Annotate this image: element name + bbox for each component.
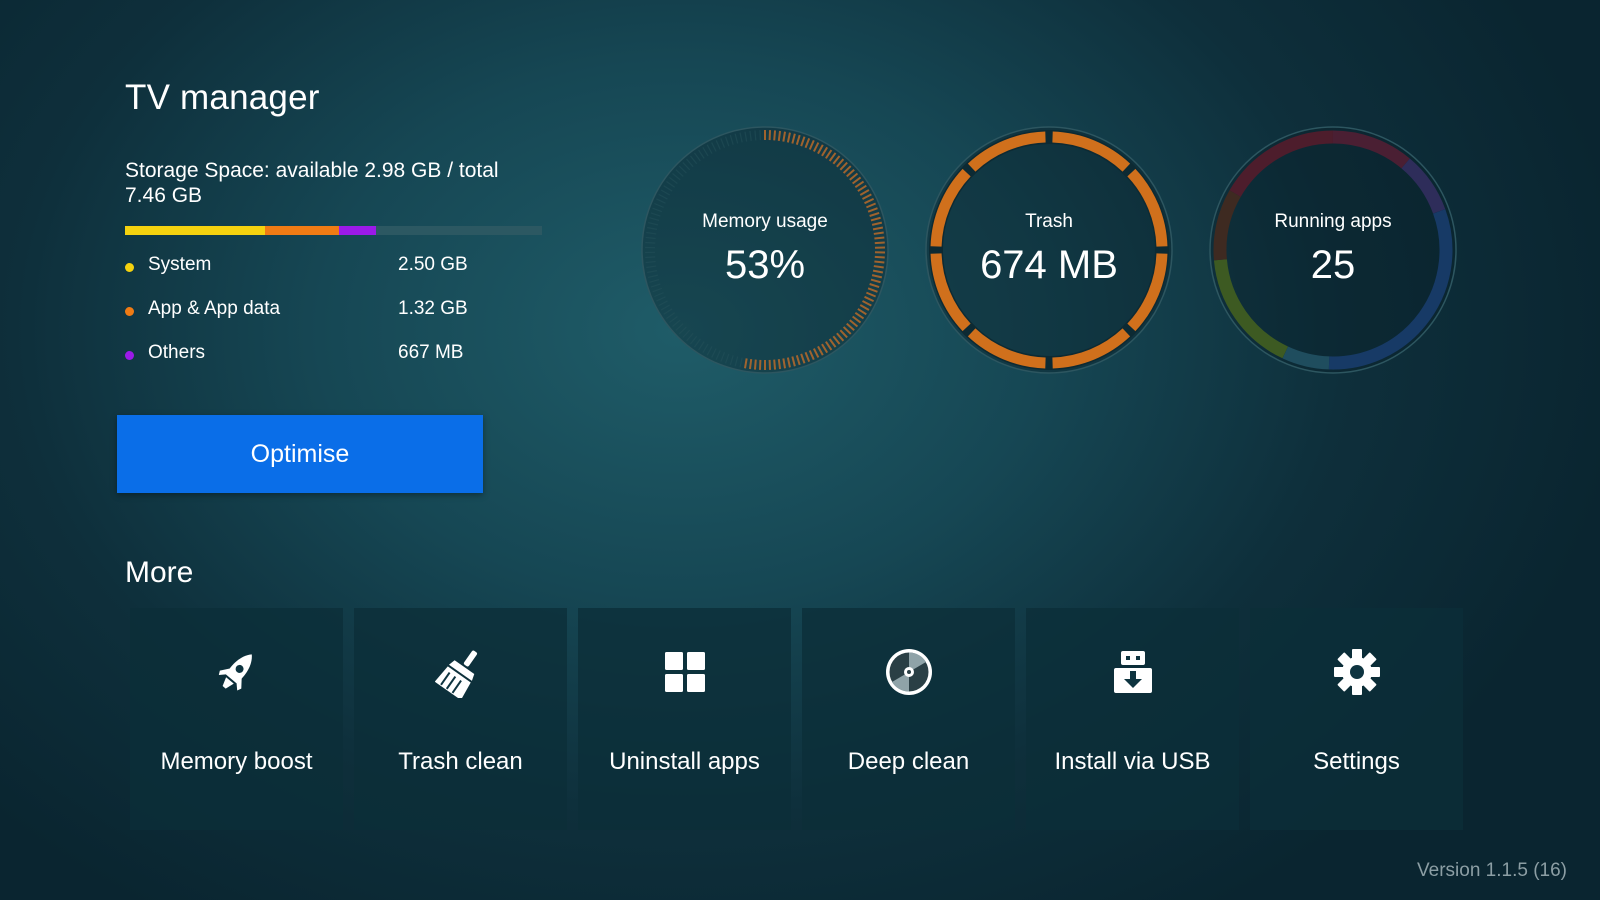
broom-icon bbox=[435, 650, 478, 698]
disc-icon bbox=[886, 649, 932, 695]
tile-label: Install via USB bbox=[1054, 748, 1211, 775]
more-heading: More bbox=[125, 556, 194, 589]
running-apps-gauge: Running apps 25 bbox=[1208, 125, 1458, 375]
usb-install-icon bbox=[1114, 651, 1152, 693]
gauge-label: Memory usage bbox=[702, 211, 828, 232]
deep-clean-tile[interactable]: Deep clean bbox=[802, 608, 1015, 830]
gauge-label: Trash bbox=[1025, 211, 1073, 232]
tile-label: Deep clean bbox=[847, 748, 970, 775]
grid-icon bbox=[665, 652, 705, 692]
gauges-panel: Memory usage 53% Trash 674 MB Running ap… bbox=[0, 0, 1600, 400]
gauge-value: 25 bbox=[1310, 243, 1356, 287]
gear-icon bbox=[1334, 649, 1380, 695]
settings-tile[interactable]: Settings bbox=[1250, 608, 1463, 830]
uninstall-apps-tile[interactable]: Uninstall apps bbox=[578, 608, 791, 830]
tile-label: Uninstall apps bbox=[609, 748, 760, 775]
more-tiles: Memory boost Trash clean Uninstall apps bbox=[130, 608, 1463, 830]
gauge-value: 53% bbox=[724, 243, 806, 287]
memory-boost-tile[interactable]: Memory boost bbox=[130, 608, 343, 830]
optimise-button[interactable]: Optimise bbox=[117, 415, 483, 493]
rocket-icon bbox=[218, 654, 252, 691]
trash-clean-tile[interactable]: Trash clean bbox=[354, 608, 567, 830]
version-label: Version 1.1.5 (16) bbox=[1417, 860, 1567, 881]
tile-label: Trash clean bbox=[398, 748, 523, 775]
tile-label: Settings bbox=[1313, 748, 1400, 775]
gauge-label: Running apps bbox=[1274, 211, 1392, 232]
memory-usage-gauge: Memory usage 53% bbox=[640, 125, 890, 375]
gauge-value: 674 MB bbox=[980, 243, 1118, 287]
tile-label: Memory boost bbox=[160, 748, 313, 775]
trash-gauge: Trash 674 MB bbox=[924, 125, 1174, 375]
install-via-usb-tile[interactable]: Install via USB bbox=[1026, 608, 1239, 830]
